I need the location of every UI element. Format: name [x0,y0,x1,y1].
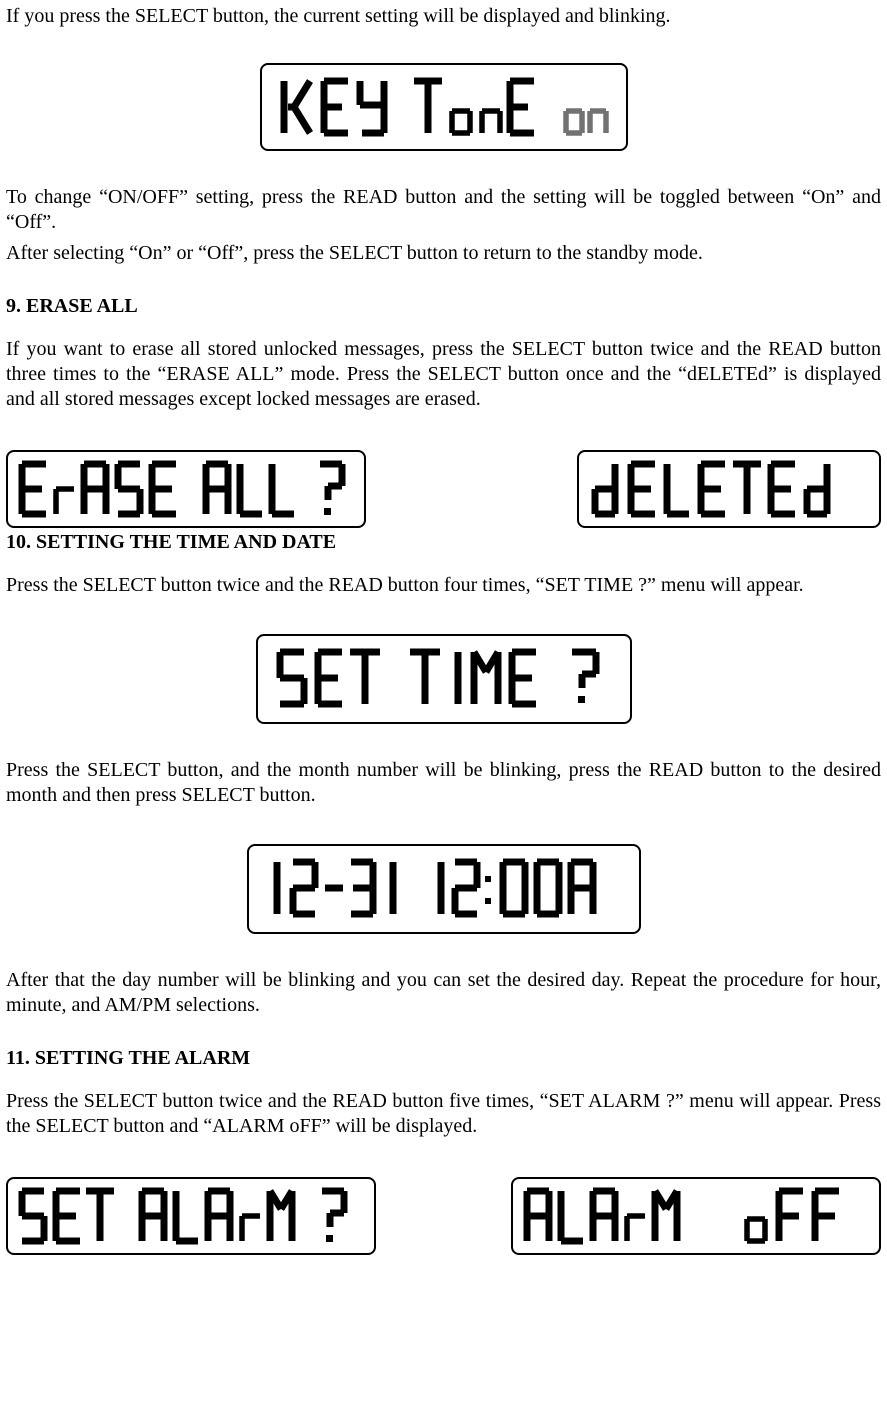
set-alarm-paragraph: Press the SELECT button twice and the RE… [6,1089,881,1139]
lcd-display-alarm-off [511,1177,881,1255]
lcd-row-alarm [6,1177,881,1255]
lcd-datetime-wrap [6,844,881,934]
intro-paragraph-1: If you press the SELECT button, the curr… [6,4,881,29]
lcd-display-set-time [256,634,632,724]
lcd-set-time-wrap [6,634,881,724]
set-time-paragraph-1: Press the SELECT button twice and the RE… [6,573,881,598]
lcd-row-erase [6,450,881,528]
heading-set-alarm: 11. SETTING THE ALARM [6,1046,881,1071]
set-time-paragraph-3: After that the day number will be blinki… [6,968,881,1018]
set-time-paragraph-2: Press the SELECT button, and the month n… [6,758,881,808]
lcd-key-tone-wrap [6,63,881,151]
heading-set-time: 10. SETTING THE TIME AND DATE [6,530,881,555]
intro-paragraph-2: To change “ON/OFF” setting, press the RE… [6,185,881,235]
erase-all-paragraph: If you want to erase all stored unlocked… [6,337,881,412]
heading-erase-all: 9. ERASE ALL [6,294,881,319]
intro-paragraph-3: After selecting “On” or “Off”, press the… [6,241,881,266]
lcd-display-deleted [577,450,881,528]
lcd-display-datetime [247,844,641,934]
lcd-display-set-alarm [6,1177,376,1255]
lcd-display-key-tone [260,63,628,151]
lcd-display-erase-all [6,450,366,528]
